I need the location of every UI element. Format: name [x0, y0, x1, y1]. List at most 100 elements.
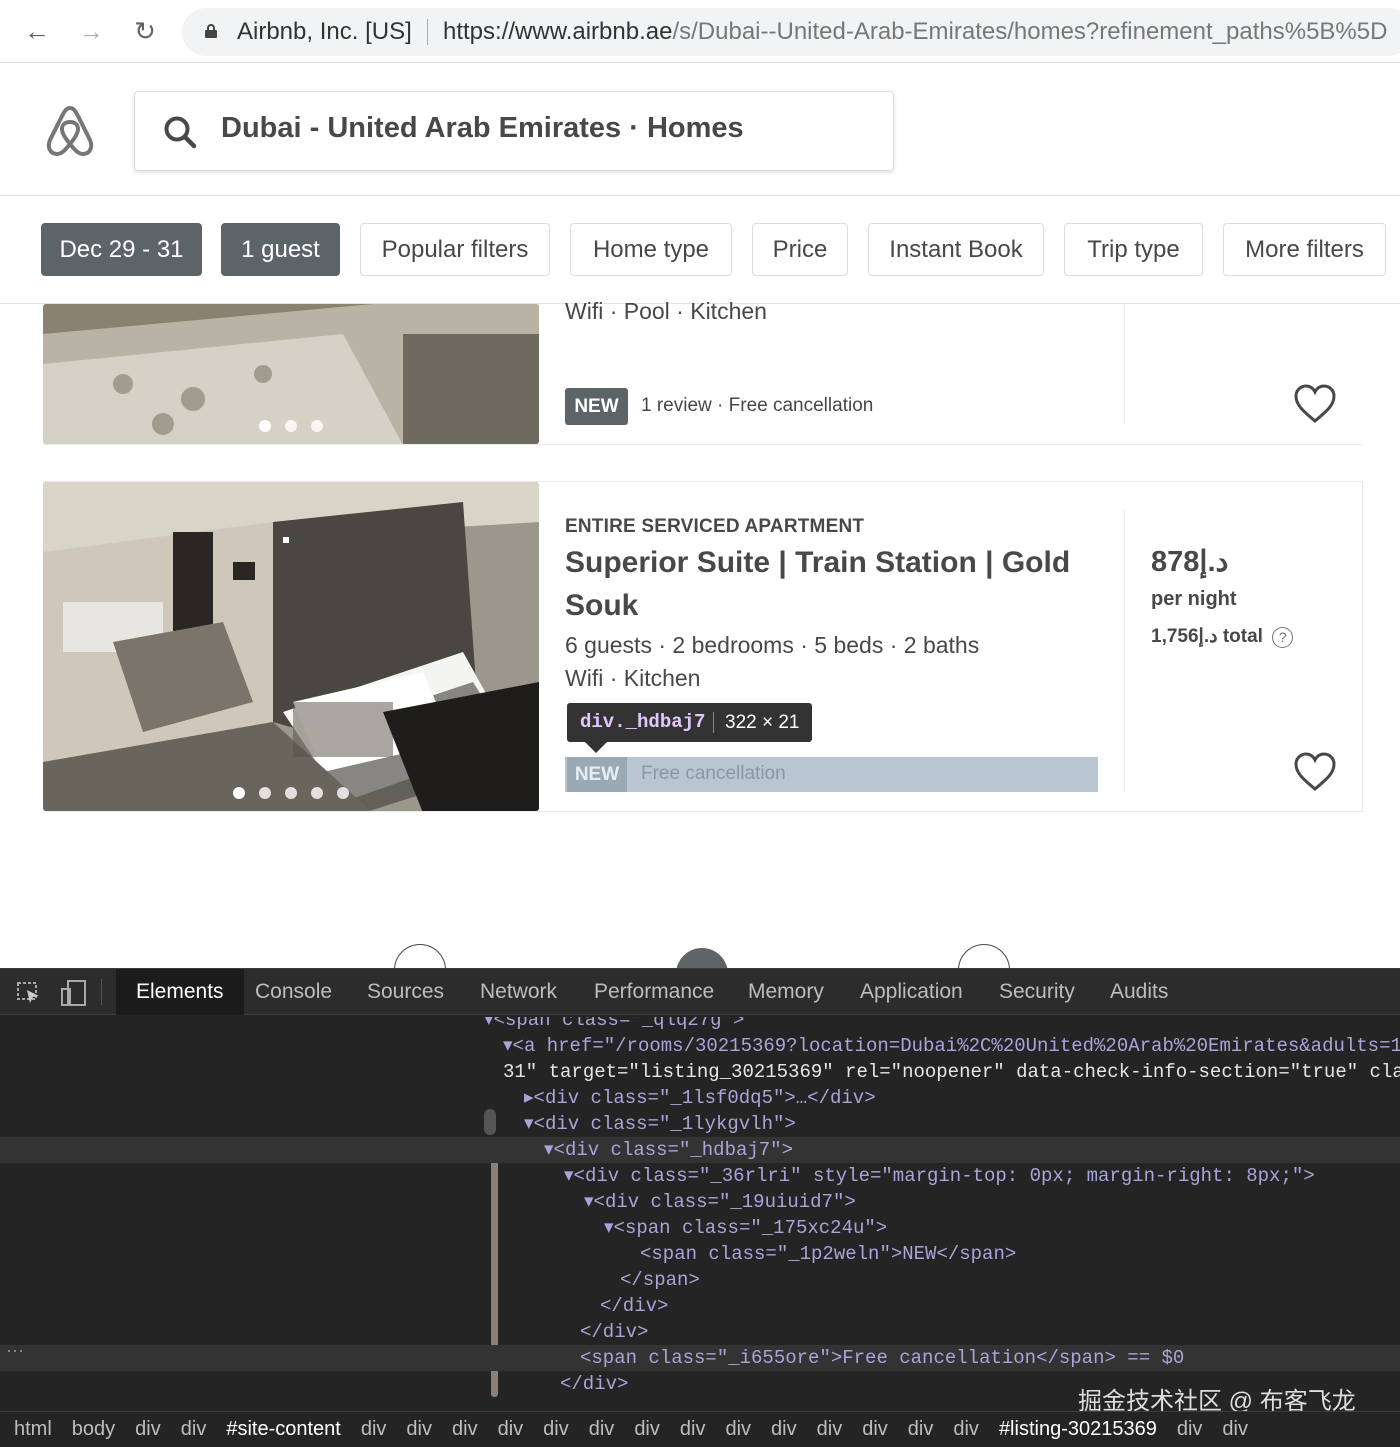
lock-icon: [205, 24, 217, 38]
breadcrumb-item[interactable]: div: [908, 1412, 934, 1446]
inspect-highlight: NEW Free cancellation: [565, 757, 1098, 792]
tab-memory[interactable]: Memory: [748, 969, 824, 1015]
home-type-filter-button[interactable]: Home type: [570, 223, 732, 276]
search-icon: [164, 116, 197, 149]
tab-sources[interactable]: Sources: [367, 969, 444, 1015]
breadcrumb-item[interactable]: div: [452, 1412, 478, 1446]
listing-title[interactable]: Superior Suite | Train Station | Gold So…: [565, 541, 1085, 627]
devtools-tabbar: Elements Console Sources Network Perform…: [0, 969, 1400, 1015]
breadcrumb-item[interactable]: div: [634, 1412, 660, 1446]
tab-console[interactable]: Console: [255, 969, 332, 1015]
dom-line[interactable]: </div>: [0, 1293, 1400, 1319]
tab-elements[interactable]: Elements: [116, 969, 244, 1015]
tab-security[interactable]: Security: [999, 969, 1075, 1015]
help-circle-icon[interactable]: ?: [1272, 627, 1294, 648]
search-bar[interactable]: Dubai - United Arab Emirates · Homes: [134, 91, 894, 171]
breadcrumb-item[interactable]: div: [181, 1412, 207, 1446]
carousel-dot[interactable]: [285, 420, 297, 432]
breadcrumb-item[interactable]: #site-content: [226, 1412, 341, 1446]
breadcrumb-item[interactable]: div: [771, 1412, 797, 1446]
carousel-dot[interactable]: [311, 420, 323, 432]
price-divider: [1124, 510, 1125, 792]
search-query: Dubai - United Arab Emirates · Homes: [221, 112, 744, 144]
listing-card[interactable]: Wifi · Pool · Kitchen NEW 1 review · Fre…: [43, 298, 1363, 445]
more-filters-button[interactable]: More filters: [1223, 223, 1386, 276]
breadcrumb-item[interactable]: div: [817, 1412, 843, 1446]
price-divider: [1124, 304, 1125, 424]
popular-filters-button[interactable]: Popular filters: [360, 223, 550, 276]
carousel-dots[interactable]: [43, 420, 539, 432]
toolbar-divider: [101, 979, 102, 1005]
address-bar[interactable]: Airbnb, Inc. [US] https://www.airbnb.ae/…: [182, 8, 1400, 56]
tab-application[interactable]: Application: [860, 969, 963, 1015]
tab-performance[interactable]: Performance: [594, 969, 714, 1015]
breadcrumb-item[interactable]: div: [680, 1412, 706, 1446]
dom-line[interactable]: ▸<div class="_1lsf0dq5">…</div>: [0, 1085, 1400, 1111]
instant-book-filter-button[interactable]: Instant Book: [868, 223, 1044, 276]
dom-line[interactable]: ▾<div class="_36rlri" style="margin-top:…: [0, 1163, 1400, 1189]
devtools-panel: Elements Console Sources Network Perform…: [0, 968, 1400, 1447]
dom-line-highlighted[interactable]: <span class="_i655ore">Free cancellation…: [0, 1345, 1400, 1371]
dom-tree[interactable]: ▾<span class="_qlq27g"> ▾<a href="/rooms…: [0, 1017, 1400, 1417]
tooltip-size: 322 × 21: [725, 712, 800, 733]
inspect-tooltip: div._hdbaj7 322 × 21: [567, 703, 812, 753]
carousel-dot[interactable]: [311, 787, 323, 799]
tab-audits[interactable]: Audits: [1110, 969, 1168, 1015]
breadcrumb-item[interactable]: body: [72, 1412, 115, 1446]
price-filter-button[interactable]: Price: [752, 223, 848, 276]
device-toolbar-icon[interactable]: [61, 980, 87, 1006]
carousel-dot[interactable]: [337, 787, 349, 799]
carousel-dots[interactable]: [43, 787, 539, 799]
listing-photo[interactable]: [43, 482, 539, 811]
dom-line[interactable]: ▾<a href="/rooms/30215369?location=Dubai…: [0, 1033, 1400, 1059]
breadcrumb-item[interactable]: div: [589, 1412, 615, 1446]
carousel-dot[interactable]: [285, 787, 297, 799]
price-unit: per night: [1151, 588, 1237, 610]
breadcrumb-item[interactable]: div: [1222, 1412, 1248, 1446]
filter-bar: Dec 29 - 31 1 guest Popular filters Home…: [0, 196, 1400, 304]
breadcrumb-item[interactable]: #listing-30215369: [999, 1412, 1157, 1446]
tab-network[interactable]: Network: [480, 969, 557, 1015]
site-header: Dubai - United Arab Emirates · Homes: [0, 63, 1400, 196]
back-arrow-icon[interactable]: ←: [22, 16, 52, 46]
inspect-element-icon[interactable]: [17, 982, 41, 1004]
dom-line[interactable]: ▾<span class="_175xc24u">: [0, 1215, 1400, 1241]
listing-meta: Free cancellation: [641, 763, 786, 784]
breadcrumb-item[interactable]: div: [498, 1412, 524, 1446]
breadcrumb-item[interactable]: div: [1177, 1412, 1203, 1446]
breadcrumb-item[interactable]: div: [406, 1412, 432, 1446]
listing-photo[interactable]: [43, 304, 539, 444]
listing-amenities: Wifi · Pool · Kitchen: [565, 298, 767, 324]
airbnb-logo-icon[interactable]: [44, 102, 96, 158]
carousel-dot[interactable]: [259, 420, 271, 432]
breadcrumb-item[interactable]: div: [953, 1412, 979, 1446]
dom-line-selected[interactable]: ▾<div class="_hdbaj7">: [0, 1137, 1400, 1163]
dom-line[interactable]: </div>: [0, 1319, 1400, 1345]
dom-line[interactable]: </span>: [0, 1267, 1400, 1293]
save-heart-icon[interactable]: [1293, 383, 1337, 425]
guests-filter-button[interactable]: 1 guest: [221, 223, 340, 276]
dom-line[interactable]: <span class="_1p2weln">NEW</span>: [0, 1241, 1400, 1267]
carousel-dot[interactable]: [233, 787, 245, 799]
listing-type: ENTIRE SERVICED APARTMENT: [565, 516, 865, 537]
dom-line[interactable]: ▾<span class="_qlq27g">: [0, 1017, 1400, 1033]
listing-details: 6 guests · 2 bedrooms · 5 beds · 2 baths: [565, 632, 980, 658]
save-heart-icon[interactable]: [1293, 751, 1337, 793]
breadcrumb-item[interactable]: div: [862, 1412, 888, 1446]
ellipsis-icon[interactable]: ⋯: [6, 1341, 24, 1363]
dom-line[interactable]: 31" target="listing_30215369" rel="noope…: [0, 1059, 1400, 1085]
dates-filter-button[interactable]: Dec 29 - 31: [41, 223, 202, 276]
dom-line[interactable]: ▾<div class="_1lykgvlh">: [0, 1111, 1400, 1137]
breadcrumb-item[interactable]: div: [725, 1412, 751, 1446]
tooltip-selector: div._hdbaj7: [580, 711, 706, 733]
trip-type-filter-button[interactable]: Trip type: [1064, 223, 1203, 276]
browser-toolbar: ← → ↻ Airbnb, Inc. [US] https://www.airb…: [0, 0, 1400, 63]
reload-icon[interactable]: ↻: [130, 16, 160, 46]
breadcrumb-item[interactable]: html: [14, 1412, 52, 1446]
carousel-dot[interactable]: [259, 787, 271, 799]
forward-arrow-icon[interactable]: →: [76, 16, 106, 46]
breadcrumb-item[interactable]: div: [361, 1412, 387, 1446]
breadcrumb-item[interactable]: div: [543, 1412, 569, 1446]
breadcrumb-item[interactable]: div: [135, 1412, 161, 1446]
dom-line[interactable]: ▾<div class="_19uiuid7">: [0, 1189, 1400, 1215]
